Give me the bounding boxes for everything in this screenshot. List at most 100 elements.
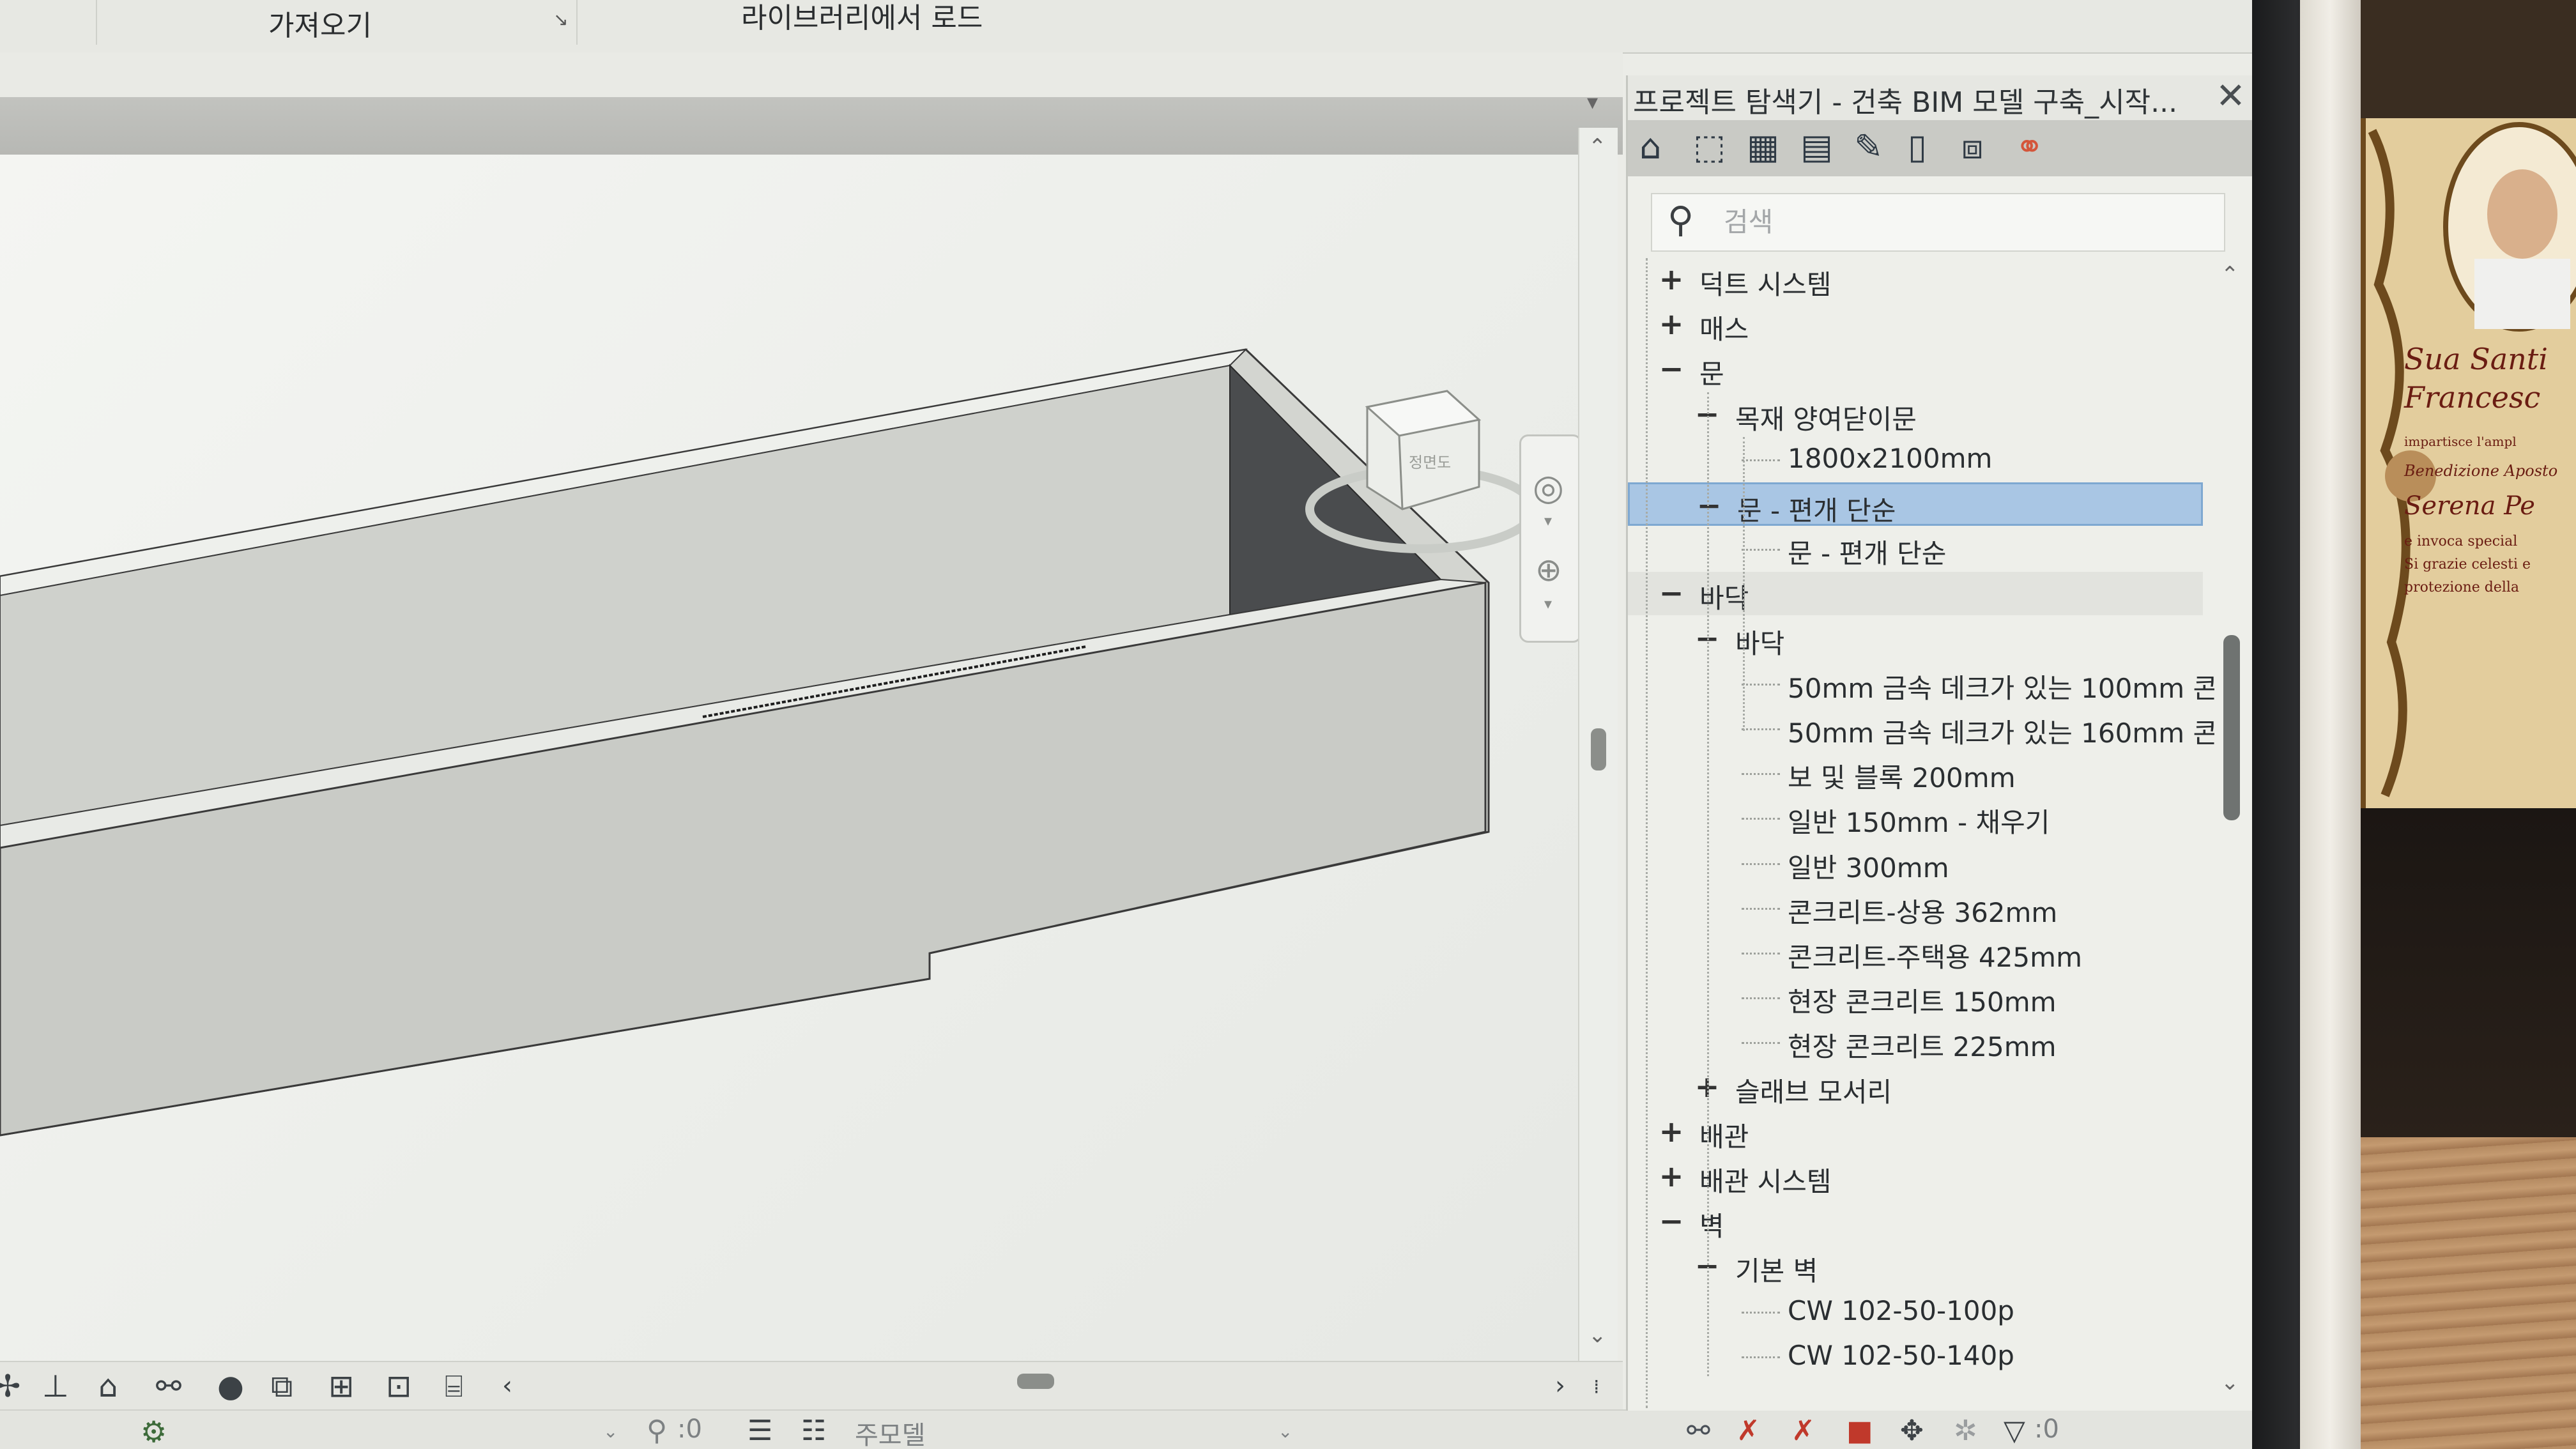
expand-icon[interactable]: +: [1659, 262, 1684, 296]
selection-count-icon[interactable]: ⚲: [647, 1414, 667, 1447]
tree-leaf-item[interactable]: 50mm 금속 데크가 있는 100mm 콘: [1628, 662, 2216, 705]
expand-icon[interactable]: +: [1659, 1159, 1684, 1193]
sheet-icon[interactable]: ▯: [1908, 126, 1927, 167]
tree-leaf-item[interactable]: 콘크리트-주택용 425mm: [1628, 931, 2203, 974]
tree-leaf-item[interactable]: 문 - 편개 단순: [1628, 527, 2203, 571]
view-scale-icon[interactable]: ✢: [0, 1368, 20, 1404]
tree-node[interactable]: + 슬래브 모서리: [1628, 1066, 2203, 1109]
visual-style-icon[interactable]: ⌂: [98, 1368, 118, 1404]
tree-item-label: 목재 양여닫이문: [1735, 403, 1917, 435]
holy-card-image: Sua Santi Francesc impartisce l'ampl Ben…: [2361, 118, 2576, 808]
viewport-horizontal-scroll-thumb[interactable]: [1017, 1374, 1054, 1389]
sun-path-icon[interactable]: ⚯: [156, 1368, 181, 1404]
tree-item-label: 50mm 금속 데크가 있는 160mm 콘: [1788, 717, 2216, 749]
view-dropdown-icon[interactable]: ▾: [1587, 89, 1598, 115]
tree-connector: [1742, 907, 1780, 910]
chevron-down-icon[interactable]: ▾: [1544, 595, 1552, 613]
scroll-thumb[interactable]: [2223, 635, 2240, 820]
tree-vertical-scrollbar[interactable]: ⌃ ⌄: [2214, 258, 2252, 1408]
chevron-down-icon[interactable]: ⌄: [1278, 1421, 1292, 1442]
collapse-icon[interactable]: −: [1659, 1204, 1684, 1238]
show-crop-icon[interactable]: ⊡: [386, 1368, 411, 1404]
collapse-icon[interactable]: −: [1659, 351, 1684, 386]
scroll-down-icon[interactable]: ⌄: [2221, 1370, 2239, 1395]
crop-view-icon[interactable]: ⊞: [328, 1368, 354, 1404]
schedule-icon[interactable]: ▤: [1800, 126, 1833, 167]
tree-leaf-item[interactable]: 50mm 금속 데크가 있는 160mm 콘: [1628, 707, 2216, 750]
home-view-icon[interactable]: ⌂: [1639, 126, 1661, 167]
drag-elements-icon[interactable]: ✥: [1900, 1414, 1924, 1447]
tree-item-label: 50mm 금속 데크가 있는 100mm 콘: [1788, 672, 2216, 704]
scroll-thumb[interactable]: [1591, 728, 1606, 770]
tree-node[interactable]: − 바닥: [1628, 617, 2203, 661]
expand-icon[interactable]: +: [1659, 1114, 1684, 1149]
zoom-region-icon[interactable]: ⊕: [1535, 551, 1562, 588]
scroll-up-icon[interactable]: ⌃: [1588, 134, 1607, 160]
viewport-vertical-scrollbar[interactable]: ⌃ ⌄: [1578, 128, 1618, 1361]
detail-level-icon[interactable]: ⊥: [42, 1368, 69, 1404]
tree-node[interactable]: + 배관 시스템: [1628, 1155, 2203, 1199]
import-button[interactable]: 가져오기: [268, 3, 372, 43]
load-from-library-button[interactable]: 라이브러리에서 로드: [741, 0, 983, 36]
selection-count: :0: [677, 1414, 702, 1444]
scroll-up-icon[interactable]: ⌃: [2221, 262, 2239, 288]
tree-leaf-item[interactable]: 일반 150mm - 채우기: [1628, 796, 2203, 839]
pinned-select-icon[interactable]: ✗: [1791, 1414, 1815, 1447]
tree-node[interactable]: + 덕트 시스템: [1628, 258, 2203, 302]
card-text-line: Sua Santi: [2404, 342, 2548, 376]
tree-node[interactable]: − 문 - 편개 단순: [1628, 482, 2203, 526]
scroll-left-icon[interactable]: ‹: [502, 1371, 512, 1400]
temporary-hide-icon[interactable]: ⌸: [445, 1368, 463, 1405]
revit-window: 가져오기 ↘ 라이브러리에서 로드 ▾ 정면도 ◎ ▾ ⊕ ▾ ⌃ ⌄ ✢ ⊥ …: [0, 0, 2252, 1449]
tree-leaf-item[interactable]: 보 및 블록 200mm: [1628, 751, 2203, 795]
tree-leaf-item[interactable]: 현장 콘크리트 225mm: [1628, 1020, 2203, 1064]
main-model-icon[interactable]: ☷: [801, 1414, 826, 1447]
tree-node[interactable]: − 목재 양여닫이문: [1628, 393, 2203, 436]
underlay-select-icon[interactable]: ✗: [1736, 1414, 1760, 1447]
tree-node[interactable]: − 기본 벽: [1628, 1245, 2203, 1288]
tree-leaf-item[interactable]: 현장 콘크리트 150mm: [1628, 976, 2203, 1019]
tree-leaf-item[interactable]: CW 102-50-100p: [1628, 1290, 2203, 1333]
chevron-down-icon[interactable]: ⌄: [603, 1421, 618, 1442]
3d-view-icon[interactable]: ⬚: [1693, 126, 1726, 167]
render-icon[interactable]: ⧉: [271, 1368, 293, 1405]
collapse-icon[interactable]: −: [1696, 488, 1722, 523]
tree-leaf-item[interactable]: 1800x2100mm: [1628, 438, 2203, 481]
legend-icon[interactable]: ▦: [1747, 126, 1779, 167]
tree-leaf-item[interactable]: CW 102-50-140p: [1628, 1335, 2203, 1378]
group-icon[interactable]: ⧈: [1961, 126, 1983, 167]
background-processes-icon[interactable]: ✲: [1954, 1414, 1977, 1447]
design-options-icon[interactable]: ☰: [747, 1414, 772, 1447]
family-icon[interactable]: ✎: [1854, 126, 1883, 167]
ribbon-expand-arrow-icon[interactable]: ↘: [553, 9, 568, 30]
expand-icon[interactable]: +: [1659, 307, 1684, 341]
tree-leaf-item[interactable]: 콘크리트-상용 362mm: [1628, 886, 2203, 930]
navigation-bar: ◎ ▾ ⊕ ▾: [1519, 434, 1582, 643]
face-select-icon[interactable]: ■: [1846, 1414, 1873, 1447]
main-model-label[interactable]: 주모델: [855, 1414, 925, 1449]
close-icon[interactable]: ✕: [2216, 75, 2246, 117]
3d-viewport[interactable]: 정면도: [0, 155, 1584, 1362]
tree-leaf-item[interactable]: 일반 300mm: [1628, 841, 2203, 885]
tree-item-label: 일반 300mm: [1788, 852, 1949, 884]
link-select-icon[interactable]: ⚯: [1687, 1414, 1710, 1447]
tree-node[interactable]: + 배관: [1628, 1110, 2203, 1154]
tree-node[interactable]: − 벽: [1628, 1200, 2203, 1243]
chevron-down-icon[interactable]: ▾: [1544, 512, 1552, 530]
card-text-line: Si grazie celesti e: [2404, 556, 2531, 572]
shadows-icon[interactable]: ●: [217, 1368, 244, 1404]
tree-item-label: 문 - 편개 단순: [1788, 538, 1947, 570]
resize-grip-icon[interactable]: ⁞: [1593, 1376, 1600, 1399]
scroll-down-icon[interactable]: ⌄: [1588, 1322, 1607, 1348]
collapse-icon[interactable]: −: [1659, 576, 1684, 610]
worksharing-icon[interactable]: ⚙: [141, 1414, 167, 1449]
filter-icon[interactable]: ▽: [2004, 1414, 2025, 1447]
steering-wheel-icon[interactable]: ◎: [1533, 467, 1564, 509]
tree-node[interactable]: − 문: [1628, 348, 2203, 391]
search-input[interactable]: [1722, 202, 2211, 241]
revit-links-icon[interactable]: ⚭: [2015, 126, 2044, 167]
scroll-right-icon[interactable]: ›: [1555, 1371, 1565, 1400]
tree-connector: [1742, 1311, 1780, 1314]
tree-node[interactable]: − 바닥: [1628, 572, 2203, 616]
tree-node[interactable]: + 매스: [1628, 303, 2203, 346]
